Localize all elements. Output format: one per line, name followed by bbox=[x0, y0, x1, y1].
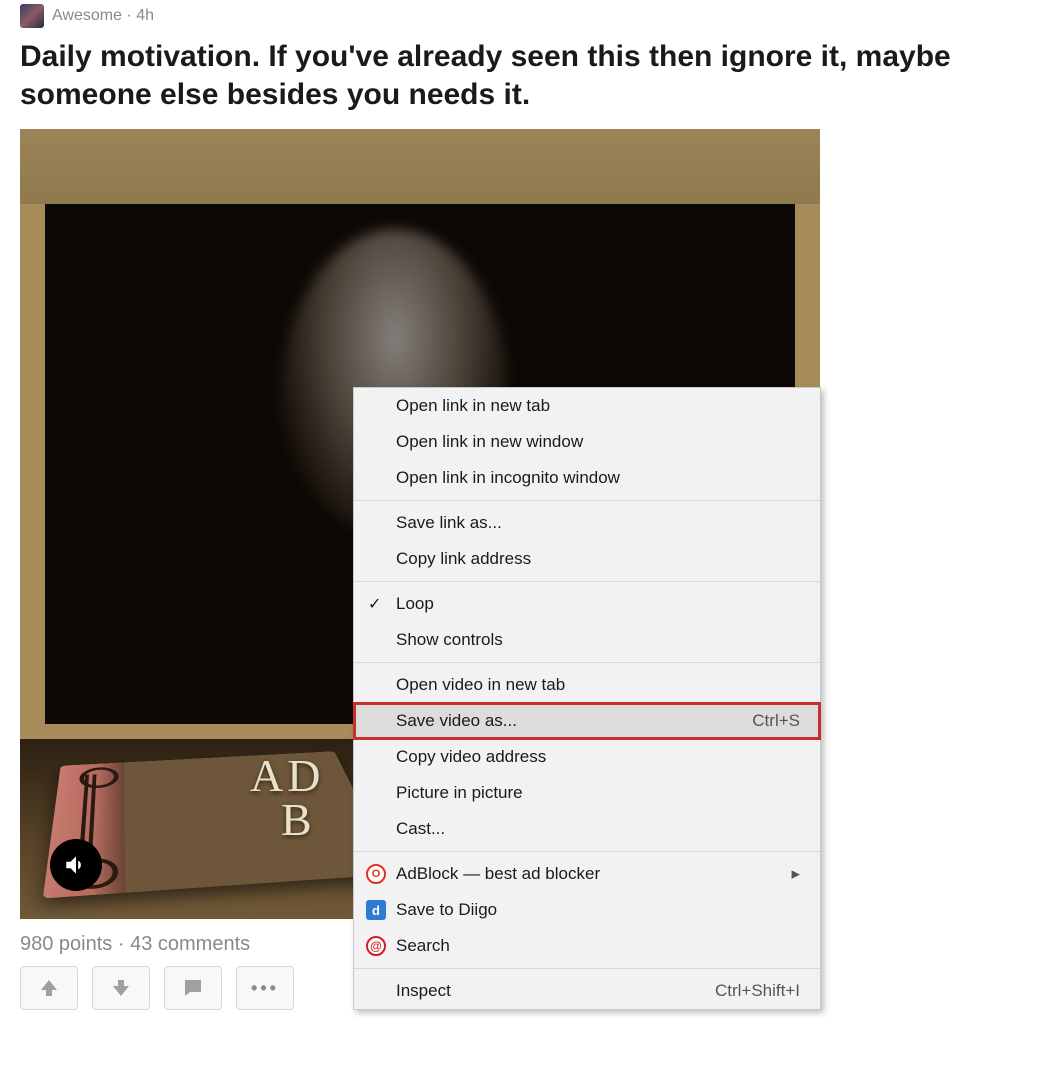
context-menu-item[interactable]: Copy video address bbox=[354, 739, 820, 775]
context-menu-item-label: Picture in picture bbox=[396, 783, 523, 803]
more-button[interactable]: ••• bbox=[236, 966, 294, 1010]
downvote-icon bbox=[109, 976, 133, 1000]
volume-button[interactable] bbox=[50, 839, 102, 891]
pinterest-icon: @ bbox=[366, 936, 386, 956]
context-menu-separator bbox=[354, 581, 820, 582]
video-frame-top bbox=[20, 129, 820, 204]
context-menu-item[interactable]: d Save to Diigo bbox=[354, 892, 820, 928]
diigo-icon: d bbox=[366, 900, 386, 920]
points-label: 980 points bbox=[20, 933, 112, 955]
context-menu-item[interactable]: @ Search bbox=[354, 928, 820, 964]
context-menu-item[interactable]: Show controls bbox=[354, 622, 820, 658]
context-menu-item-label: Show controls bbox=[396, 630, 503, 650]
context-menu-separator bbox=[354, 500, 820, 501]
context-menu-shortcut: Ctrl+Shift+I bbox=[715, 981, 800, 1001]
upvote-button[interactable] bbox=[20, 966, 78, 1010]
adblock-icon: O bbox=[366, 864, 386, 884]
check-icon: ✓ bbox=[368, 594, 381, 614]
author-name[interactable]: Awesome bbox=[52, 7, 122, 24]
context-menu-item-label: Open link in new window bbox=[396, 432, 583, 452]
context-menu-item[interactable]: Cast... bbox=[354, 811, 820, 847]
context-menu-item[interactable]: Save video as... Ctrl+S bbox=[354, 703, 820, 739]
volume-icon bbox=[63, 852, 89, 878]
context-menu-separator bbox=[354, 662, 820, 663]
context-menu-item[interactable]: Inspect Ctrl+Shift+I bbox=[354, 973, 820, 1009]
context-menu-item-label: Open link in new tab bbox=[396, 396, 550, 416]
context-menu-item[interactable]: Save link as... bbox=[354, 505, 820, 541]
context-menu-separator bbox=[354, 851, 820, 852]
context-menu-item[interactable]: Open link in new tab bbox=[354, 388, 820, 424]
context-menu-item-label: Save video as... bbox=[396, 711, 517, 731]
context-menu-item-label: AdBlock — best ad blocker bbox=[396, 864, 600, 884]
post-header: Awesome · 4h bbox=[20, 4, 1025, 28]
downvote-button[interactable] bbox=[92, 966, 150, 1010]
context-menu-item-label: Open video in new tab bbox=[396, 675, 565, 695]
context-menu-item-label: Save link as... bbox=[396, 513, 502, 533]
comment-icon bbox=[181, 976, 205, 1000]
context-menu-item-label: Inspect bbox=[396, 981, 451, 1001]
context-menu-item[interactable]: O AdBlock — best ad blocker ▸ bbox=[354, 856, 820, 892]
context-menu-separator bbox=[354, 968, 820, 969]
comments-label[interactable]: 43 comments bbox=[130, 933, 250, 955]
separator: · bbox=[122, 7, 136, 24]
book-text-2: B bbox=[281, 794, 316, 845]
post-title[interactable]: Daily motivation. If you've already seen… bbox=[20, 38, 1025, 113]
context-menu-item-label: Cast... bbox=[396, 819, 445, 839]
context-menu-item[interactable]: Open link in incognito window bbox=[354, 460, 820, 496]
book-text: AD B bbox=[250, 754, 324, 841]
separator: · bbox=[112, 933, 130, 955]
context-menu-item-label: Copy link address bbox=[396, 549, 531, 569]
context-menu-shortcut: Ctrl+S bbox=[752, 711, 800, 731]
context-menu-item-label: Search bbox=[396, 936, 450, 956]
author-line[interactable]: Awesome · 4h bbox=[52, 7, 154, 25]
post-timestamp: 4h bbox=[136, 7, 154, 24]
context-menu-item[interactable]: Open link in new window bbox=[354, 424, 820, 460]
context-menu-item-label: Open link in incognito window bbox=[396, 468, 620, 488]
context-menu: Open link in new tab Open link in new win… bbox=[353, 387, 821, 1010]
comment-button[interactable] bbox=[164, 966, 222, 1010]
context-menu-item[interactable]: Picture in picture bbox=[354, 775, 820, 811]
more-icon: ••• bbox=[251, 978, 279, 999]
upvote-icon bbox=[37, 976, 61, 1000]
context-menu-item[interactable]: Copy link address bbox=[354, 541, 820, 577]
context-menu-item-label: Loop bbox=[396, 594, 434, 614]
context-menu-item-label: Copy video address bbox=[396, 747, 546, 767]
context-menu-item[interactable]: ✓ Loop bbox=[354, 586, 820, 622]
submenu-arrow-icon: ▸ bbox=[791, 864, 800, 884]
context-menu-item-label: Save to Diigo bbox=[396, 900, 497, 920]
context-menu-item[interactable]: Open video in new tab bbox=[354, 667, 820, 703]
avatar[interactable] bbox=[20, 4, 44, 28]
